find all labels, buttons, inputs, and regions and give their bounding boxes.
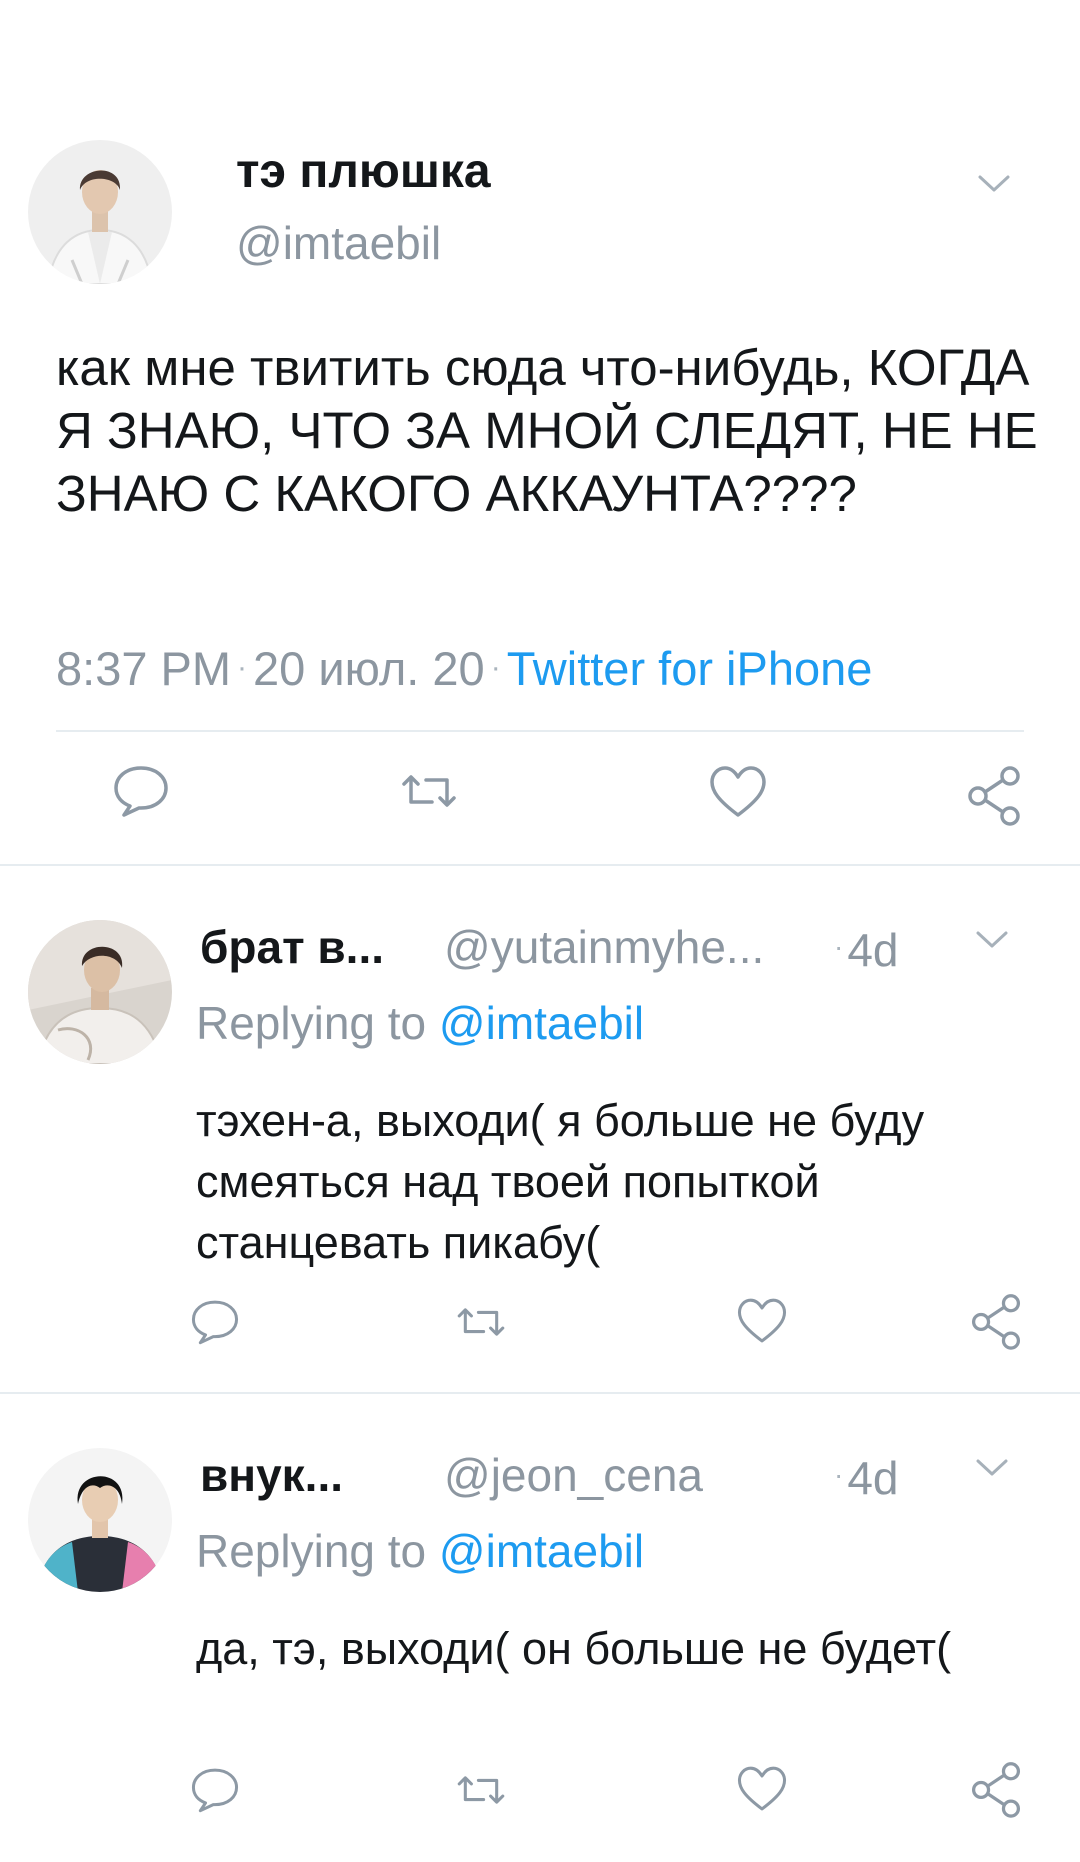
display-name[interactable]: тэ плюшка — [236, 144, 491, 200]
like-icon[interactable] — [736, 1296, 788, 1346]
reply-time-value: 4d — [847, 1452, 899, 1504]
reply-time: ·4d — [834, 1448, 899, 1505]
mention-link[interactable]: @imtaebil — [439, 1525, 644, 1577]
reply-time: ·4d — [834, 920, 899, 977]
display-name[interactable]: внук... — [200, 1448, 343, 1502]
tweet-text: как мне твитить сюда что-нибудь, КОГДА Я… — [56, 339, 1038, 522]
replying-prefix: Replying to — [196, 997, 427, 1049]
like-icon[interactable] — [736, 1764, 788, 1814]
separator-dot: · — [237, 651, 248, 684]
reply-tweet[interactable]: брат в... @yutainmyhe... ·4d Replying to… — [0, 866, 1080, 1392]
tweet-meta: 8:37 PM · 20 июл. 20 · Twitter for iPhone — [56, 640, 872, 697]
reply-icon[interactable] — [190, 1766, 240, 1814]
replying-to: Replying to @imtaebil — [196, 1524, 644, 1578]
reply-text: да, тэ, выходи( он больше не будет( — [196, 1623, 952, 1674]
reply-tweet[interactable]: внук... @jeon_cena ·4d Replying to @imta… — [0, 1394, 1080, 1862]
avatar[interactable] — [28, 920, 172, 1064]
share-icon[interactable] — [968, 1760, 1024, 1818]
separator-dot: · — [834, 1459, 844, 1490]
chevron-down-icon[interactable] — [974, 928, 1010, 952]
avatar[interactable] — [28, 1448, 172, 1592]
tweet-date: 20 июл. 20 — [253, 642, 485, 695]
like-icon[interactable] — [708, 764, 768, 820]
tweet-time: 8:37 PM — [56, 642, 232, 695]
reply-time-value: 4d — [847, 924, 899, 976]
separator-dot: · — [490, 651, 501, 684]
share-icon[interactable] — [964, 764, 1024, 826]
separator-dot: · — [834, 931, 844, 962]
retweet-icon[interactable] — [454, 1766, 508, 1814]
divider — [56, 730, 1024, 732]
chevron-down-icon[interactable] — [976, 172, 1012, 196]
retweet-icon[interactable] — [398, 764, 460, 818]
chevron-down-icon[interactable] — [974, 1456, 1010, 1480]
reply-icon[interactable] — [190, 1298, 240, 1346]
reply-text: тэхен-а, выходи( я больше не буду смеять… — [196, 1095, 925, 1268]
user-handle[interactable]: @yutainmyhe... — [444, 920, 764, 974]
tweet-client-link[interactable]: Twitter for iPhone — [507, 642, 873, 695]
reply-icon[interactable] — [112, 764, 170, 818]
share-icon[interactable] — [968, 1292, 1024, 1350]
retweet-icon[interactable] — [454, 1298, 508, 1346]
avatar[interactable] — [28, 140, 172, 284]
user-handle[interactable]: @imtaebil — [236, 216, 441, 270]
mention-link[interactable]: @imtaebil — [439, 997, 644, 1049]
replying-prefix: Replying to — [196, 1525, 427, 1577]
main-tweet: тэ плюшка @imtaebil как мне твитить сюда… — [0, 0, 1080, 864]
user-handle[interactable]: @jeon_cena — [444, 1448, 703, 1502]
display-name[interactable]: брат в... — [200, 920, 384, 974]
replying-to: Replying to @imtaebil — [196, 996, 644, 1050]
